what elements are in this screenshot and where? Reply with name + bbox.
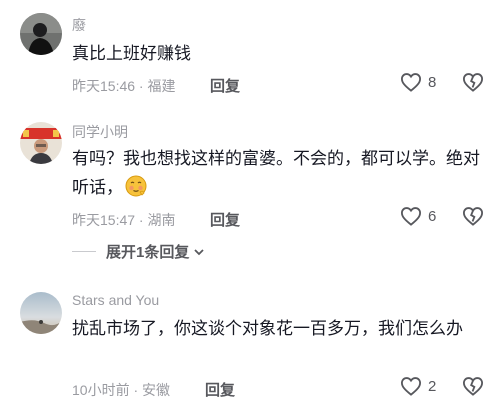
expand-replies-label: 展开1条回复	[106, 244, 190, 261]
like-button[interactable]: 6	[400, 206, 436, 226]
heart-icon	[400, 377, 422, 396]
heart-icon	[400, 73, 422, 92]
username[interactable]: 廢	[72, 15, 86, 35]
comment-time: 昨天15:46	[72, 78, 136, 94]
avatar[interactable]	[20, 292, 62, 334]
dislike-button[interactable]	[462, 206, 484, 231]
username[interactable]: Stars and You	[72, 292, 159, 308]
meta-separator: ·	[135, 78, 148, 94]
like-count: 8	[428, 73, 437, 91]
broken-heart-icon	[462, 207, 484, 226]
dislike-button[interactable]	[462, 72, 484, 97]
reply-button[interactable]: 回复	[210, 209, 240, 230]
comment-text: 有吗？我也想找这样的富婆。不会的，都可以学。绝对听话，	[72, 144, 492, 202]
expand-replies-button[interactable]: 展开1条回复	[72, 241, 206, 262]
comment-time: 10小时前	[72, 382, 130, 398]
reply-button[interactable]: 回复	[210, 75, 240, 96]
comment-meta: 10小时前 · 安徽	[72, 380, 170, 400]
comment-location: 安徽	[142, 382, 171, 398]
reply-button[interactable]: 回复	[205, 379, 235, 400]
comment-location: 湖南	[147, 212, 176, 228]
like-button[interactable]: 8	[400, 72, 436, 92]
like-count: 2	[428, 377, 437, 395]
avatar[interactable]	[20, 13, 62, 55]
user-avatar-icon	[20, 292, 62, 334]
heart-icon	[400, 207, 422, 226]
user-avatar-icon	[20, 13, 62, 55]
username[interactable]: 同学小明	[72, 122, 128, 142]
comment-location: 福建	[147, 78, 176, 94]
avatar[interactable]	[20, 122, 62, 164]
expand-divider	[72, 251, 96, 252]
comment-meta: 昨天15:47 · 湖南	[72, 210, 176, 230]
like-button[interactable]: 2	[400, 376, 436, 396]
comment-text: 扰乱市场了，你这谈个对象花一百多万，我们怎么办	[72, 319, 463, 338]
comment-text: 真比上班好赚钱	[72, 44, 191, 63]
comment-time: 昨天15:47	[72, 212, 136, 228]
meta-separator: ·	[135, 212, 148, 228]
shy-emoji-icon	[125, 175, 147, 197]
broken-heart-icon	[462, 377, 484, 396]
broken-heart-icon	[462, 73, 484, 92]
chevron-down-icon	[194, 248, 204, 255]
user-avatar-icon	[20, 122, 62, 164]
dislike-button[interactable]	[462, 376, 484, 401]
meta-separator: ·	[129, 382, 143, 398]
comment-meta: 昨天15:46 · 福建	[72, 76, 176, 96]
like-count: 6	[428, 207, 437, 225]
